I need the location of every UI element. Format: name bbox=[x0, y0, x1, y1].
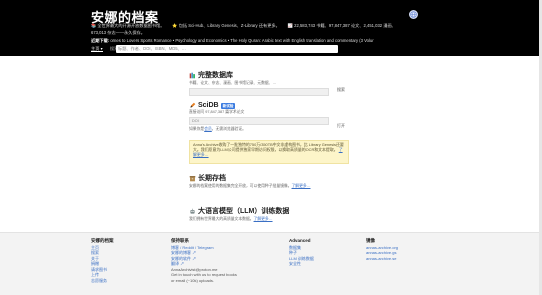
robot-icon bbox=[189, 208, 196, 215]
recent-downloads-label: 近期下载: bbox=[91, 38, 110, 43]
stats-line-2: 673,013 杂志——永久保存。 bbox=[91, 30, 145, 35]
footer-link[interactable]: 志愿服务 bbox=[91, 278, 114, 284]
stats-libraries: 📚 全世界最大的开源开放数据图书馆。 bbox=[91, 23, 165, 28]
footer-link[interactable]: 安全性 bbox=[289, 261, 314, 267]
page: 安娜的档案 📚 全世界最大的开源开放数据图书馆。 ⭐️ 包括 Sci-Hub、Li… bbox=[0, 0, 542, 295]
scidb-subtitle: 直接访问 97,847,387 篇学术论文 bbox=[189, 110, 245, 114]
recent-downloads: 近期下载: ornes to Lovers Sports Romance • P… bbox=[91, 38, 374, 44]
footer-col-archive: 安娜的档案 主页 搜索 关于 捐赠 请求图书 上传 志愿服务 bbox=[91, 238, 114, 283]
stats-sources: ⭐️ 包括 Sci-Hub、Library Genesis、Z-Library … bbox=[172, 23, 280, 28]
scidb-badge: 新试验 bbox=[220, 102, 236, 109]
search-input[interactable]: 标题、作者、DOI、ISBN、MD5、… bbox=[116, 45, 338, 53]
footer-col-mirrors: 镜像 annas-archive.org annas-archive.gs an… bbox=[366, 238, 398, 261]
footer-heading: 保持联系 bbox=[171, 238, 189, 243]
long-term-subtitle: 安娜的档案使用的数据集完全开放，可以使用种子批量镜像。了解更多… bbox=[189, 184, 311, 188]
long-term-section: 长期存档 安娜的档案使用的数据集完全开放，可以使用种子批量镜像。了解更多… bbox=[189, 173, 311, 189]
doi-input[interactable]: DOI bbox=[189, 117, 329, 125]
recent-downloads-list[interactable]: ornes to Lovers Sports Romance • Psychol… bbox=[110, 38, 373, 43]
stats-counts: 📈 22,583,743 书籍、97,847,387 论文、2,451,032 … bbox=[287, 23, 396, 28]
full-db-search-field[interactable] bbox=[189, 88, 329, 96]
footer-link[interactable]: annas-archive.se bbox=[366, 256, 398, 262]
main-content: 完整数据库 书籍、论文、杂志、漫画、图书馆记录、元数据、… 搜索 SciDB 新… bbox=[0, 56, 542, 232]
footer-col-contact: 保持联系 博客 / Reddit / Telegram 安娜的博客 ↗ 安娜的软… bbox=[171, 238, 237, 283]
notice-box: Anna's Archive收购了一批独特的750万/350TB中文非虚构图书，… bbox=[189, 140, 349, 164]
footer-text: Get in touch with us to request books bbox=[171, 272, 237, 277]
llm-title[interactable]: 大语言模型（LLM）训练数据 bbox=[198, 206, 289, 216]
footer-text: or email (~10k) uploads. bbox=[171, 277, 215, 283]
archive-box-icon bbox=[189, 175, 196, 182]
full-db-search-button[interactable]: 搜索 bbox=[337, 87, 345, 93]
long-term-learn-more-link[interactable]: 了解更多… bbox=[292, 184, 311, 188]
notice-text: Anna's Archive收购了一批独特的750万/350TB中文非虚构图书，… bbox=[193, 142, 344, 152]
books-icon bbox=[189, 72, 196, 79]
stats-line: 📚 全世界最大的开源开放数据图书馆。 ⭐️ 包括 Sci-Hub、Library … bbox=[91, 23, 396, 29]
long-term-title[interactable]: 长期存档 bbox=[198, 173, 226, 183]
full-db-title[interactable]: 完整数据库 bbox=[198, 70, 233, 80]
llm-subtitle: 我们拥有世界最大的高质量文本数据。了解更多… bbox=[189, 217, 273, 221]
footer-col-advanced: Advanced 数据集 种子 LLM 训练数据 安全性 bbox=[289, 238, 314, 267]
footer: 安娜的档案 主页 搜索 关于 捐赠 请求图书 上传 志愿服务 保持联系 博客 /… bbox=[0, 232, 542, 295]
llm-section: 大语言模型（LLM）训练数据 我们拥有世界最大的高质量文本数据。了解更多… bbox=[189, 206, 289, 222]
scidb-note: 如果你是会员，无需浏览器验证。 bbox=[189, 127, 246, 131]
footer-heading: 安娜的档案 bbox=[91, 238, 114, 243]
nav-tabs: 主页 ▾ 搜索 bbox=[91, 46, 118, 52]
full-db-subtitle: 书籍、论文、杂志、漫画、图书馆记录、元数据、… bbox=[189, 81, 277, 85]
globe-icon[interactable] bbox=[409, 10, 418, 19]
member-link[interactable]: 会员 bbox=[204, 127, 212, 131]
scidb-section: SciDB 新试验 直接访问 97,847,387 篇学术论文 DOI 如果你是… bbox=[189, 102, 329, 132]
header: 安娜的档案 📚 全世界最大的开源开放数据图书馆。 ⭐️ 包括 Sci-Hub、Li… bbox=[0, 0, 542, 56]
chevron-down-icon: ▾ bbox=[100, 46, 103, 51]
pen-icon bbox=[189, 102, 196, 109]
footer-link[interactable]: annas-archive.gs bbox=[366, 250, 398, 256]
tab-home[interactable]: 主页 ▾ bbox=[91, 46, 103, 52]
llm-learn-more-link[interactable]: 了解更多… bbox=[254, 217, 273, 221]
full-db-section: 完整数据库 书籍、论文、杂志、漫画、图书馆记录、元数据、… bbox=[189, 70, 329, 96]
scidb-title[interactable]: SciDB bbox=[198, 102, 219, 109]
footer-heading: Advanced bbox=[289, 238, 311, 243]
scidb-open-button[interactable]: 打开 bbox=[337, 123, 345, 129]
footer-heading: 镜像 bbox=[366, 238, 375, 243]
